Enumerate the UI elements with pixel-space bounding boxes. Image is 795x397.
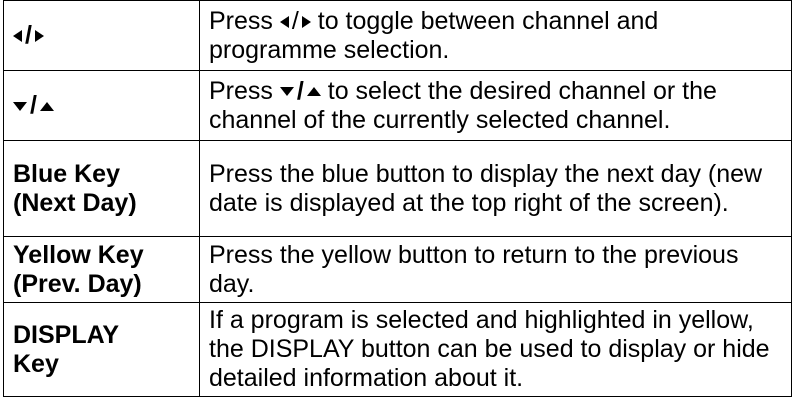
- desc-text: Press the yellow button to return to the…: [209, 240, 739, 298]
- remote-keys-table: / Press / to toggle between channel and …: [3, 0, 792, 397]
- key-separator: /: [296, 76, 304, 105]
- key-cell-display: DISPLAY Key: [3, 302, 200, 397]
- table-row: DISPLAY Key If a program is selected and…: [3, 302, 792, 397]
- key-cell-left-right: /: [3, 0, 200, 71]
- left-right-keys: /: [13, 21, 44, 49]
- up-triangle-icon: [39, 101, 54, 111]
- down-triangle-icon: [13, 101, 27, 111]
- key-cell-down-up: /: [3, 70, 200, 141]
- key-cell-yellow: Yellow Key (Prev. Day): [3, 236, 200, 303]
- key-label-line1: Blue Key: [13, 159, 120, 188]
- key-label-line2: (Prev. Day): [13, 269, 142, 298]
- desc-cell-down-up: Press / to select the desired channel or…: [199, 70, 792, 141]
- key-separator: /: [30, 91, 37, 119]
- key-separator: /: [291, 6, 299, 35]
- desc-text: If a program is selected and highlighted…: [209, 306, 770, 392]
- desc-cell-display: If a program is selected and highlighted…: [199, 302, 792, 397]
- desc-cell-yellow: Press the yellow button to return to the…: [199, 236, 792, 303]
- up-triangle-icon: [306, 87, 321, 97]
- key-label-line1: Yellow Key: [13, 240, 144, 269]
- key-label-line2: Key: [13, 349, 59, 378]
- right-triangle-icon: [301, 15, 311, 28]
- left-triangle-icon: [279, 15, 289, 28]
- table-row: Blue Key (Next Day) Press the blue butto…: [3, 140, 792, 237]
- desc-text: Press the blue button to display the nex…: [209, 159, 763, 217]
- table-row: / Press / to toggle between channel and …: [3, 0, 792, 71]
- key-label-line2: (Next Day): [13, 188, 137, 217]
- right-triangle-icon: [34, 30, 44, 43]
- desc-prefix: Press: [209, 76, 273, 105]
- key-label-line1: DISPLAY: [13, 320, 120, 349]
- down-triangle-icon: [279, 87, 294, 97]
- key-cell-blue: Blue Key (Next Day): [3, 140, 200, 237]
- desc-prefix: Press: [209, 6, 273, 35]
- table-row: / Press / to select the desired channel …: [3, 70, 792, 141]
- left-triangle-icon: [13, 30, 22, 43]
- inline-left-right-keys: /: [279, 6, 318, 35]
- inline-down-up-keys: /: [279, 76, 328, 105]
- desc-cell-blue: Press the blue button to display the nex…: [199, 140, 792, 237]
- desc-text: to toggle between channel and programme …: [209, 6, 659, 64]
- table-row: Yellow Key (Prev. Day) Press the yellow …: [3, 236, 792, 303]
- desc-cell-left-right: Press / to toggle between channel and pr…: [199, 0, 792, 71]
- down-up-keys: /: [13, 91, 54, 119]
- key-separator: /: [25, 21, 32, 49]
